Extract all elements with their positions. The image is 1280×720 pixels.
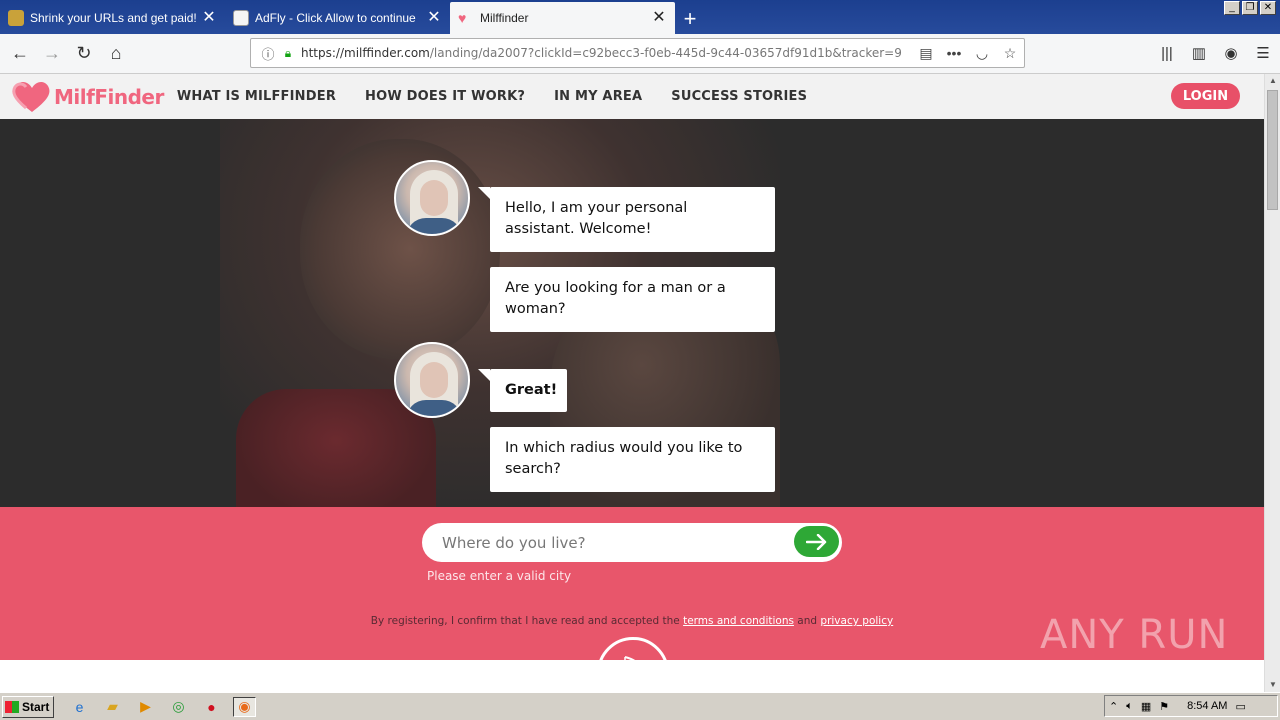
- home-icon[interactable]: ⌂: [100, 38, 132, 70]
- page-footer-strip: [0, 660, 1264, 692]
- terms-link[interactable]: terms and conditions: [683, 615, 794, 627]
- city-input-placeholder: Where do you live?: [442, 533, 586, 552]
- city-error-message: Please enter a valid city: [427, 569, 572, 583]
- pocket-icon[interactable]: ◡: [968, 45, 996, 62]
- tab-title: Shrink your URLs and get paid!: [30, 11, 197, 25]
- page-scrollbar[interactable]: ▲ ▼: [1264, 74, 1280, 692]
- action-center-flag-icon[interactable]: ⚑: [1159, 700, 1169, 713]
- back-icon[interactable]: ←: [4, 38, 36, 70]
- start-label: Start: [22, 699, 50, 714]
- close-window-icon[interactable]: ✕: [1260, 1, 1276, 15]
- chat-message: Are you looking for a man or a woman?: [490, 267, 775, 332]
- new-tab-button[interactable]: +: [675, 4, 705, 34]
- account-icon[interactable]: ◉: [1220, 40, 1242, 66]
- url-path: /landing/da2007?clickId=c92becc3-f0eb-44…: [429, 46, 902, 60]
- windows-flag-icon: [5, 700, 19, 713]
- nav-success-stories[interactable]: SUCCESS STORIES: [671, 89, 807, 104]
- media-player-icon[interactable]: ▶: [134, 697, 157, 717]
- chat-message: In which radius would you like to search…: [490, 427, 775, 492]
- heart-logo-icon: [12, 81, 50, 112]
- nav-what-is[interactable]: WHAT IS MILFFINDER: [177, 89, 336, 104]
- menu-icon[interactable]: ☰: [1252, 40, 1274, 66]
- site-header: MilfFinder WHAT IS MILFFINDER HOW DOES I…: [0, 74, 1264, 119]
- sidebar-icon[interactable]: ▥: [1188, 40, 1210, 66]
- tab-title: AdFly - Click Allow to continue: [255, 11, 416, 25]
- show-desktop-icon[interactable]: ▭: [1235, 700, 1245, 713]
- forward-icon[interactable]: →: [36, 38, 68, 70]
- info-icon[interactable]: ⓘ: [257, 44, 279, 63]
- clock[interactable]: 8:54 AM: [1187, 700, 1227, 712]
- chat-message: Great!: [478, 369, 567, 412]
- firefox-taskbar-icon[interactable]: ◉: [233, 696, 256, 717]
- windows-taskbar: Start e ▰ ▶ ◎ ● ◉ ⌃ 🔈︎ ▦ ⚑ 8:54 AM ▭: [0, 692, 1280, 720]
- tab-shrink-urls[interactable]: Shrink your URLs and get paid! ✕: [0, 2, 225, 34]
- network-icon[interactable]: ▦: [1141, 700, 1151, 713]
- tab-milffinder[interactable]: ♥ Milffinder ✕: [450, 2, 675, 34]
- close-tab-icon[interactable]: ✕: [201, 10, 217, 26]
- reader-view-icon[interactable]: ▤: [912, 45, 940, 62]
- volume-icon[interactable]: 🔈︎: [1126, 700, 1133, 713]
- lock-icon[interactable]: 🔒︎: [279, 46, 297, 61]
- url-bar[interactable]: ⓘ 🔒︎ https://milffinder.com/landing/da20…: [250, 38, 1025, 68]
- privacy-link[interactable]: privacy policy: [820, 615, 893, 627]
- site-logo[interactable]: MilfFinder: [12, 80, 164, 114]
- bookmark-star-icon[interactable]: ☆: [996, 45, 1024, 62]
- city-input[interactable]: Where do you live?: [422, 523, 842, 562]
- chat-message: Hello, I am your personal assistant. Wel…: [478, 187, 775, 252]
- close-tab-icon[interactable]: ✕: [651, 10, 667, 26]
- chat-message-text: Great!: [505, 382, 558, 398]
- ie-icon[interactable]: e: [68, 697, 91, 717]
- heart-favicon-icon: ♥: [458, 10, 467, 26]
- assistant-avatar: [394, 342, 470, 418]
- url-text[interactable]: https://milffinder.com/landing/da2007?cl…: [297, 46, 912, 60]
- adfly-bee-icon: [8, 10, 24, 26]
- browser-nav-bar: ← → ↻ ⌂ ⓘ 🔒︎ https://milffinder.com/land…: [0, 34, 1280, 74]
- adfly-bee-icon: [233, 10, 249, 26]
- close-tab-icon[interactable]: ✕: [426, 10, 442, 26]
- tab-adfly[interactable]: AdFly - Click Allow to continue ✕: [225, 2, 450, 34]
- login-button[interactable]: LOGIN: [1171, 83, 1240, 109]
- restore-icon[interactable]: ❐: [1242, 1, 1258, 15]
- window-controls: _ ❐ ✕: [1224, 1, 1276, 15]
- tab-title: Milffinder: [480, 11, 529, 25]
- tray-expand-icon[interactable]: ⌃: [1109, 700, 1118, 713]
- reload-icon[interactable]: ↻: [68, 38, 100, 70]
- legal-text: By registering, I confirm that I have re…: [370, 615, 680, 627]
- more-actions-icon[interactable]: •••: [940, 45, 968, 61]
- site-nav: WHAT IS MILFFINDER HOW DOES IT WORK? IN …: [177, 89, 836, 104]
- arrow-right-icon: [805, 533, 826, 550]
- library-icon[interactable]: |||: [1156, 40, 1178, 66]
- scroll-down-icon[interactable]: ▼: [1265, 678, 1280, 692]
- start-button[interactable]: Start: [2, 695, 54, 718]
- toolbar-right: ||| ▥ ◉ ☰: [1156, 40, 1274, 66]
- legal-and: and: [797, 615, 818, 627]
- scroll-up-icon[interactable]: ▲: [1265, 74, 1280, 88]
- nav-how-it-works[interactable]: HOW DOES IT WORK?: [365, 89, 525, 104]
- explorer-folder-icon[interactable]: ▰: [101, 697, 124, 717]
- minimize-icon[interactable]: _: [1224, 1, 1240, 15]
- hero-section: Hello, I am your personal assistant. Wel…: [0, 119, 1264, 507]
- opera-icon[interactable]: ●: [200, 697, 223, 717]
- assistant-avatar: [394, 160, 470, 236]
- system-tray: ⌃ 🔈︎ ▦ ⚑ 8:54 AM ▭: [1104, 695, 1278, 717]
- submit-arrow-button[interactable]: [794, 526, 839, 557]
- nav-in-my-area[interactable]: IN MY AREA: [554, 89, 642, 104]
- url-host: https://milffinder.com: [301, 46, 430, 60]
- scroll-thumb[interactable]: [1267, 90, 1278, 210]
- logo-text: MilfFinder: [54, 84, 164, 109]
- chrome-icon[interactable]: ◎: [167, 697, 190, 717]
- anyrun-watermark: ANY RUN: [1040, 612, 1229, 658]
- quick-launch: e ▰ ▶ ◎ ● ◉: [68, 696, 256, 717]
- browser-tab-bar: Shrink your URLs and get paid! ✕ AdFly -…: [0, 0, 1280, 34]
